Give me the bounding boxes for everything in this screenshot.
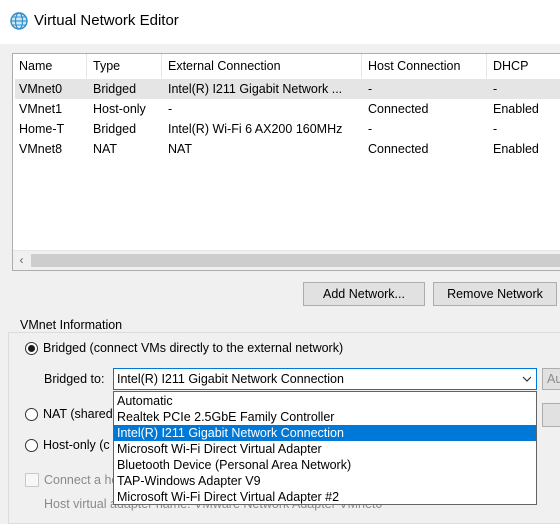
scroll-left-arrow-icon[interactable]: ‹ xyxy=(13,251,30,270)
dropdown-option[interactable]: Microsoft Wi-Fi Direct Virtual Adapter xyxy=(114,441,536,457)
cell-type: Bridged xyxy=(93,122,137,136)
cell-name: VMnet0 xyxy=(19,82,63,96)
automatic-settings-button[interactable]: Au xyxy=(542,368,560,390)
dropdown-option[interactable]: Automatic xyxy=(114,393,536,409)
cell-type: NAT xyxy=(93,142,118,156)
network-table[interactable]: Name Type External Connection Host Conne… xyxy=(12,53,560,271)
add-network-button[interactable]: Add Network... xyxy=(303,282,425,306)
window-title: Virtual Network Editor xyxy=(34,12,179,29)
bridged-to-dropdown-list[interactable]: Automatic Realtek PCIe 2.5GbE Family Con… xyxy=(113,391,537,505)
table-row[interactable]: VMnet1 Host-only - Connected Enabled xyxy=(15,99,560,119)
cell-name: VMnet8 xyxy=(19,142,63,156)
vmnet-information-label: VMnet Information xyxy=(19,318,124,332)
cell-name: VMnet1 xyxy=(19,102,63,116)
cell-host-connection: - xyxy=(368,122,373,136)
table-row[interactable]: Home-T Bridged Intel(R) Wi-Fi 6 AX200 16… xyxy=(15,119,560,139)
dropdown-option-selected[interactable]: Intel(R) I211 Gigabit Network Connection xyxy=(114,425,536,441)
chevron-down-icon[interactable] xyxy=(522,375,532,383)
cell-dhcp: - xyxy=(493,122,498,136)
column-header-external-connection[interactable]: External Connection xyxy=(162,54,362,78)
connect-host-adapter-label: Connect a ho xyxy=(44,473,119,487)
column-header-name[interactable]: Name xyxy=(13,54,87,78)
cell-host-connection: Connected xyxy=(368,102,429,116)
remove-network-button[interactable]: Remove Network xyxy=(433,282,557,306)
bridged-to-value: Intel(R) I211 Gigabit Network Connection xyxy=(117,372,344,386)
cell-host-connection: - xyxy=(368,82,373,96)
cell-dhcp: - xyxy=(493,82,498,96)
nat-settings-button[interactable] xyxy=(542,403,560,427)
cell-type: Bridged xyxy=(93,82,137,96)
bridged-label: Bridged (connect VMs directly to the ext… xyxy=(43,341,344,355)
connect-host-adapter-checkbox[interactable] xyxy=(25,473,39,487)
cell-external-connection: Intel(R) I211 Gigabit Network ... xyxy=(168,82,343,96)
host-only-label: Host-only (c xyxy=(43,438,110,452)
cell-external-connection: NAT xyxy=(168,142,193,156)
table-row[interactable]: VMnet0 Bridged Intel(R) I211 Gigabit Net… xyxy=(15,79,560,99)
cell-dhcp: Enabled xyxy=(493,142,539,156)
cell-external-connection: Intel(R) Wi-Fi 6 AX200 160MHz xyxy=(168,122,343,136)
column-header-host-connection[interactable]: Host Connection xyxy=(362,54,487,78)
bridged-to-select[interactable]: Intel(R) I211 Gigabit Network Connection xyxy=(113,368,537,390)
title-bar: Virtual Network Editor xyxy=(0,0,560,44)
cell-external-connection: - xyxy=(168,102,173,116)
scrollbar-thumb[interactable] xyxy=(31,254,560,267)
bridged-radio[interactable] xyxy=(25,342,38,355)
column-header-type[interactable]: Type xyxy=(87,54,162,78)
nat-label: NAT (shared xyxy=(43,407,113,421)
cell-type: Host-only xyxy=(93,102,146,116)
cell-name: Home-T xyxy=(19,122,65,136)
cell-host-connection: Connected xyxy=(368,142,429,156)
host-only-radio[interactable] xyxy=(25,439,38,452)
table-row[interactable]: VMnet8 NAT NAT Connected Enabled xyxy=(15,139,560,159)
dropdown-option[interactable]: Microsoft Wi-Fi Direct Virtual Adapter #… xyxy=(114,489,536,505)
bridged-to-label: Bridged to: xyxy=(44,372,105,386)
nat-radio[interactable] xyxy=(25,408,38,421)
table-header: Name Type External Connection Host Conne… xyxy=(13,54,560,78)
dropdown-option[interactable]: Realtek PCIe 2.5GbE Family Controller xyxy=(114,409,536,425)
column-header-dhcp[interactable]: DHCP xyxy=(487,54,560,78)
horizontal-scrollbar[interactable]: ‹ xyxy=(13,250,560,270)
dropdown-option[interactable]: TAP-Windows Adapter V9 xyxy=(114,473,536,489)
dropdown-option[interactable]: Bluetooth Device (Personal Area Network) xyxy=(114,457,536,473)
cell-dhcp: Enabled xyxy=(493,102,539,116)
globe-icon xyxy=(10,12,28,30)
